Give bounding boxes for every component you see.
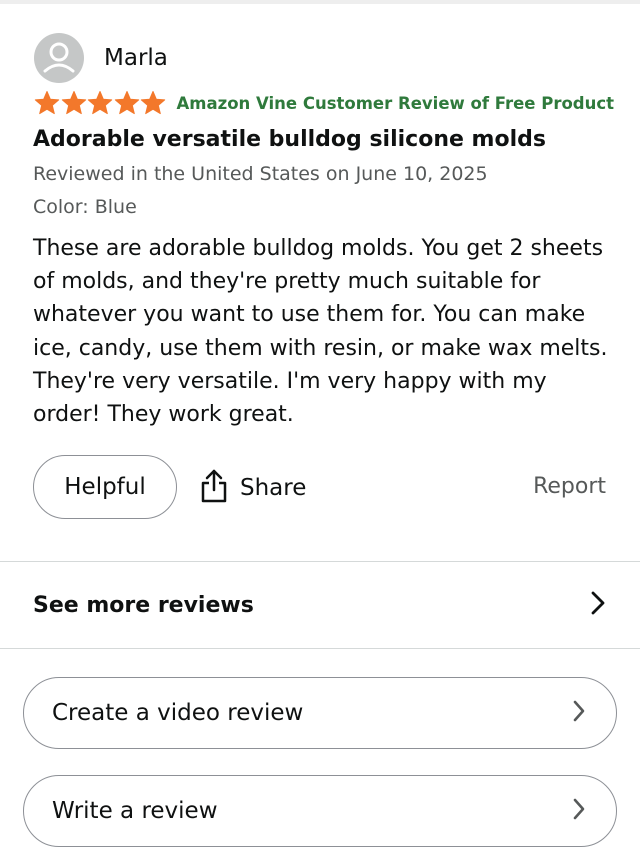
star-rating [34,90,167,116]
share-button-label: Share [240,475,307,501]
chevron-right-icon [572,699,586,727]
share-icon [200,468,228,508]
review-variant: Color: Blue [33,196,137,218]
share-button[interactable]: Share [200,468,306,508]
helpful-button-label: Helpful [64,474,146,500]
write-review-label: Write a review [52,798,218,824]
star-icon [34,91,60,115]
chevron-right-icon [572,797,586,825]
create-video-review-button[interactable]: Create a video review [23,677,617,749]
star-icon [140,91,166,115]
helpful-button[interactable]: Helpful [33,455,177,519]
reviewer-profile[interactable]: Marla [34,33,168,83]
see-more-reviews-label: See more reviews [33,592,254,618]
create-video-review-label: Create a video review [52,700,304,726]
see-more-reviews[interactable]: See more reviews [0,562,640,648]
vine-badge: Amazon Vine Customer Review of Free Prod… [176,93,615,113]
report-link[interactable]: Report [533,474,606,499]
reviewer-name: Marla [104,45,168,71]
review-body: These are adorable bulldog molds. You ge… [33,236,608,428]
review-title: Adorable versatile bulldog silicone mold… [33,127,546,152]
star-icon [61,91,86,115]
top-divider [0,0,640,4]
user-avatar-icon [34,33,84,83]
rating-row: Amazon Vine Customer Review of Free Prod… [34,90,614,116]
section-divider [0,648,640,649]
review-date: Reviewed in the United States on June 10… [33,163,488,185]
star-icon [87,91,113,115]
star-icon [114,91,139,115]
write-review-button[interactable]: Write a review [23,775,617,847]
chevron-right-icon [590,590,606,620]
